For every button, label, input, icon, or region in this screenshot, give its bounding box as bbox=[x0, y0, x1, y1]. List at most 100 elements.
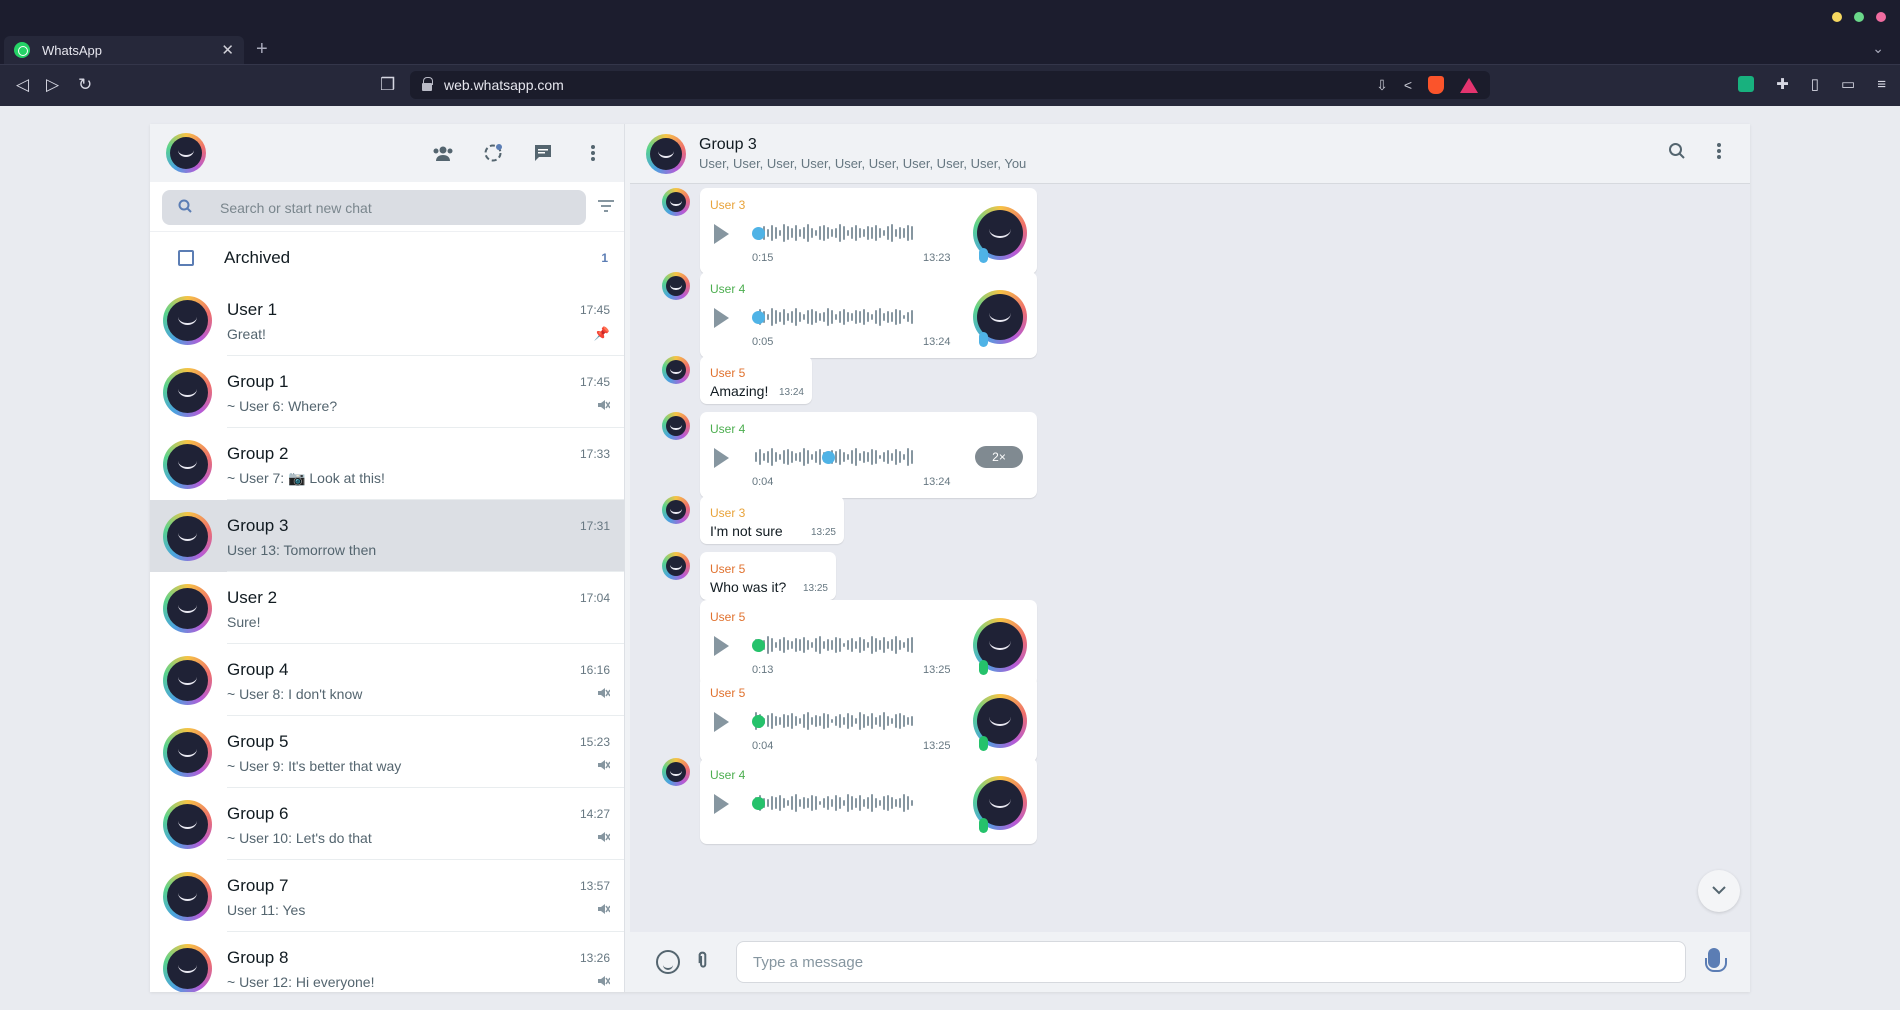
status-icon[interactable] bbox=[482, 142, 504, 164]
sender-name[interactable]: User 4 bbox=[710, 282, 745, 296]
search-input[interactable]: Search or start new chat bbox=[162, 190, 586, 225]
sender-name[interactable]: User 3 bbox=[710, 198, 745, 212]
extension-icon[interactable] bbox=[1738, 76, 1755, 92]
sender-name[interactable]: User 5 bbox=[710, 562, 745, 576]
chat-item[interactable]: Group 3 User 13: Tomorrow then 17:31 bbox=[150, 500, 624, 572]
conversation-info[interactable]: Group 3 User, User, User, User, User, Us… bbox=[699, 136, 1026, 171]
profile-avatar[interactable] bbox=[166, 133, 206, 173]
wallet-icon[interactable]: ▭ bbox=[1841, 75, 1855, 93]
filter-icon[interactable] bbox=[598, 200, 614, 212]
chat-item[interactable]: User 1 Great! 17:45 📌 bbox=[150, 284, 624, 356]
sender-name[interactable]: User 5 bbox=[710, 610, 745, 624]
play-button[interactable] bbox=[714, 712, 729, 732]
playback-speed-button[interactable]: 2× bbox=[975, 446, 1023, 468]
search-messages-icon[interactable] bbox=[1668, 142, 1686, 165]
waveform[interactable] bbox=[755, 791, 943, 815]
new-tab-button[interactable]: + bbox=[256, 38, 268, 61]
url-text[interactable]: web.whatsapp.com bbox=[444, 77, 1376, 93]
minimize-button[interactable] bbox=[1832, 12, 1842, 22]
text-message[interactable]: User 3 I'm not sure 13:25 bbox=[662, 496, 844, 544]
waveform[interactable] bbox=[755, 221, 943, 245]
sidebar-toggle-icon[interactable]: ▯ bbox=[1811, 75, 1819, 93]
browser-tab[interactable]: WhatsApp ✕ bbox=[4, 36, 244, 64]
conversation-header[interactable]: Group 3 User, User, User, User, User, Us… bbox=[630, 124, 1750, 184]
text-message[interactable]: User 5 Amazing! 13:24 bbox=[662, 356, 812, 404]
sender-name[interactable]: User 3 bbox=[710, 506, 745, 520]
share-icon[interactable]: < bbox=[1404, 77, 1412, 93]
brave-shields-icon[interactable] bbox=[1428, 76, 1444, 94]
chat-item[interactable]: Group 1 ~ User 6: Where? 17:45 bbox=[150, 356, 624, 428]
message-list[interactable]: User 3 0:15 13:23 User 4 0:05 13:24 User 5 Amaz… bbox=[630, 186, 1750, 926]
playback-position[interactable] bbox=[752, 639, 765, 652]
voice-message[interactable]: User 5 0:13 13:25 bbox=[700, 600, 1037, 686]
voice-message[interactable]: User 5 0:04 13:25 bbox=[700, 676, 1037, 762]
voice-message[interactable]: User 4 0:05 13:24 bbox=[662, 272, 1037, 358]
text-message[interactable]: User 5 Who was it? 13:25 bbox=[662, 552, 836, 600]
waveform[interactable] bbox=[755, 305, 943, 329]
reload-button[interactable]: ↻ bbox=[78, 75, 92, 95]
sender-name[interactable]: User 4 bbox=[710, 768, 745, 782]
playback-position[interactable] bbox=[822, 451, 835, 464]
microphone-icon[interactable] bbox=[1705, 948, 1727, 972]
emoji-icon[interactable] bbox=[656, 950, 680, 974]
playback-position[interactable] bbox=[752, 311, 765, 324]
voice-message[interactable]: User 4 0:04 13:24 2× bbox=[662, 412, 1037, 498]
play-button[interactable] bbox=[714, 224, 729, 244]
menu-icon[interactable] bbox=[582, 142, 604, 164]
conversation-menu-icon[interactable] bbox=[1716, 142, 1722, 165]
chat-item[interactable]: Group 4 ~ User 8: I don't know 16:16 bbox=[150, 644, 624, 716]
chat-item[interactable]: Group 5 ~ User 9: It's better that way 15:… bbox=[150, 716, 624, 788]
sender-name[interactable]: User 5 bbox=[710, 686, 745, 700]
maximize-button[interactable] bbox=[1854, 12, 1864, 22]
chat-time: 17:45 bbox=[579, 375, 610, 389]
voice-message[interactable]: User 3 0:15 13:23 bbox=[662, 188, 1037, 274]
back-button[interactable]: ◁ bbox=[16, 75, 29, 95]
forward-button[interactable]: ▷ bbox=[46, 75, 59, 95]
play-button[interactable] bbox=[714, 448, 729, 468]
sender-avatar[interactable] bbox=[662, 758, 690, 786]
brave-rewards-icon[interactable] bbox=[1460, 77, 1478, 93]
new-chat-icon[interactable] bbox=[532, 142, 554, 164]
playback-position[interactable] bbox=[752, 227, 765, 240]
address-bar[interactable]: web.whatsapp.com ⇩ < bbox=[410, 71, 1490, 99]
waveform[interactable] bbox=[755, 709, 943, 733]
bookmark-icon[interactable]: ❒ bbox=[380, 75, 395, 95]
playback-position[interactable] bbox=[752, 715, 765, 728]
play-button[interactable] bbox=[714, 308, 729, 328]
sender-avatar[interactable] bbox=[662, 412, 690, 440]
chat-item[interactable]: Group 2 ~ User 7: 📷 Look at this! 17:33 bbox=[150, 428, 624, 500]
sender-avatar[interactable] bbox=[662, 552, 690, 580]
attach-icon[interactable] bbox=[690, 945, 723, 978]
scroll-to-bottom-button[interactable] bbox=[1698, 870, 1740, 912]
sender-name[interactable]: User 4 bbox=[710, 422, 745, 436]
archived-row[interactable]: Archived 1 bbox=[150, 232, 624, 284]
chat-avatar bbox=[163, 943, 212, 992]
chat-item[interactable]: Group 8 ~ User 12: Hi everyone! 13:26 bbox=[150, 932, 624, 992]
voice-message[interactable]: User 4 bbox=[662, 758, 1037, 844]
sender-name[interactable]: User 5 bbox=[710, 366, 745, 380]
play-button[interactable] bbox=[714, 794, 729, 814]
playback-position[interactable] bbox=[752, 797, 765, 810]
sender-avatar[interactable] bbox=[662, 272, 690, 300]
sender-avatar[interactable] bbox=[662, 496, 690, 524]
install-icon[interactable]: ⇩ bbox=[1376, 77, 1388, 94]
chat-item[interactable]: Group 7 User 11: Yes 13:57 bbox=[150, 860, 624, 932]
chat-avatar bbox=[163, 295, 212, 345]
sender-avatar[interactable] bbox=[662, 188, 690, 216]
browser-menu-icon[interactable]: ≡ bbox=[1877, 76, 1886, 93]
lock-icon[interactable] bbox=[422, 77, 433, 91]
message-time: 13:24 bbox=[923, 476, 951, 488]
message-input[interactable] bbox=[736, 941, 1686, 983]
group-avatar[interactable] bbox=[646, 133, 686, 174]
close-window-button[interactable] bbox=[1876, 12, 1886, 22]
tab-close-icon[interactable]: ✕ bbox=[221, 41, 234, 59]
waveform[interactable] bbox=[755, 633, 943, 657]
tab-list-button[interactable]: ⌄ bbox=[1872, 40, 1884, 57]
puzzle-icon[interactable]: ✚ bbox=[1776, 75, 1789, 93]
play-button[interactable] bbox=[714, 636, 729, 656]
sender-avatar[interactable] bbox=[662, 356, 690, 384]
waveform[interactable] bbox=[755, 445, 943, 469]
chat-item[interactable]: User 2 Sure! 17:04 bbox=[150, 572, 624, 644]
chat-item[interactable]: Group 6 ~ User 10: Let's do that 14:27 bbox=[150, 788, 624, 860]
community-icon[interactable] bbox=[432, 142, 454, 164]
